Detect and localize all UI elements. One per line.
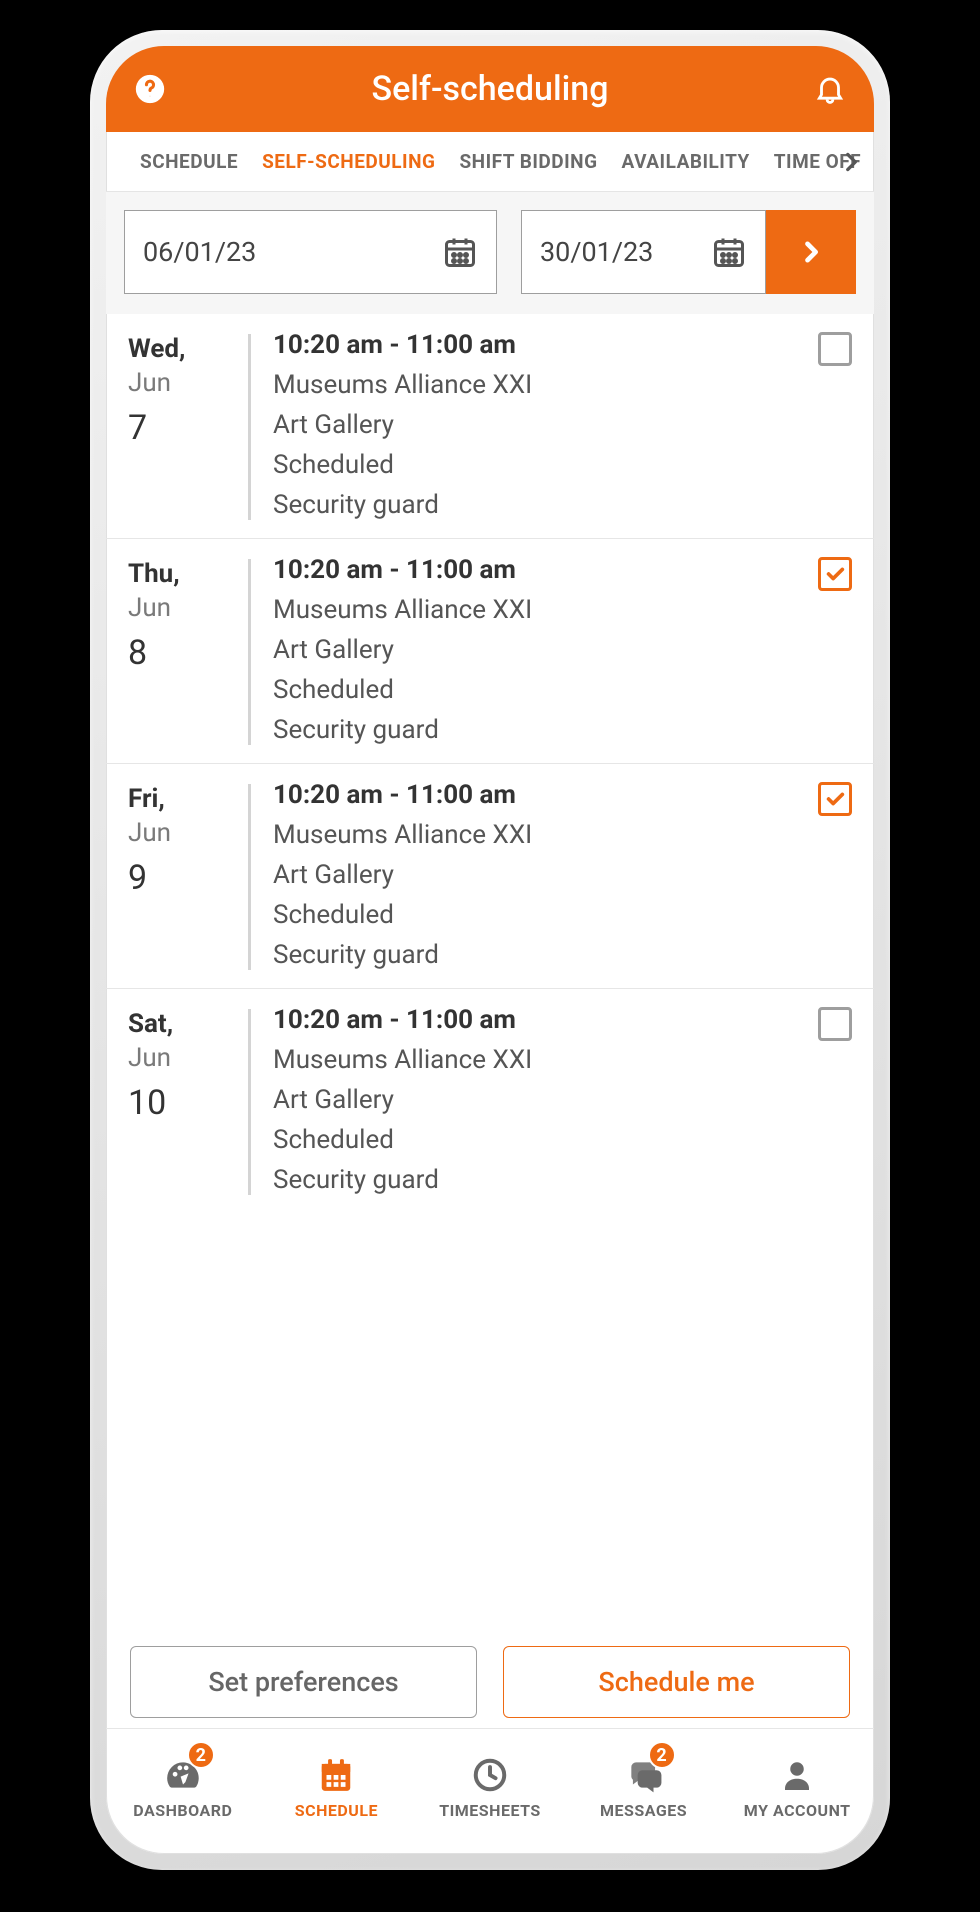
shift-location: Art Gallery	[273, 860, 852, 890]
nav-label: DASHBOARD	[133, 1801, 232, 1820]
shift-status: Scheduled	[273, 1125, 852, 1155]
shift-details: 10:20 am - 11:00 am Museums Alliance XXI…	[273, 780, 852, 970]
nav-label: MESSAGES	[600, 1801, 687, 1820]
nav-timesheets[interactable]: TIMESHEETS	[413, 1729, 567, 1846]
shift-location: Art Gallery	[273, 410, 852, 440]
action-row: Set preferences Schedule me	[106, 1630, 874, 1728]
shift-status: Scheduled	[273, 900, 852, 930]
shift-daynum: 9	[128, 858, 248, 898]
shift-org: Museums Alliance XXI	[273, 595, 852, 625]
shift-time: 10:20 am - 11:00 am	[273, 780, 852, 810]
shift-row[interactable]: Sat, Jun 10 10:20 am - 11:00 am Museums …	[106, 988, 874, 1213]
nav-dashboard[interactable]: DASHBOARD 2	[106, 1729, 260, 1846]
shift-location: Art Gallery	[273, 1085, 852, 1115]
shift-row[interactable]: Thu, Jun 8 10:20 am - 11:00 am Museums A…	[106, 538, 874, 763]
bell-icon[interactable]	[810, 69, 850, 109]
app-header: Self-scheduling	[106, 46, 874, 132]
shift-checkbox[interactable]	[818, 557, 852, 591]
shift-status: Scheduled	[273, 450, 852, 480]
shift-daynum: 8	[128, 633, 248, 673]
shift-org: Museums Alliance XXI	[273, 820, 852, 850]
tab-shift-bidding[interactable]: SHIFT BIDDING	[447, 150, 609, 173]
shift-dow: Wed,	[128, 334, 248, 364]
date-range-row: 06/01/23 30/01/23	[106, 192, 874, 314]
shift-date: Wed, Jun 7	[128, 330, 248, 520]
nav-label: SCHEDULE	[295, 1801, 378, 1820]
shift-role: Security guard	[273, 715, 852, 745]
nav-messages[interactable]: MESSAGES 2	[567, 1729, 721, 1846]
shift-details: 10:20 am - 11:00 am Museums Alliance XXI…	[273, 555, 852, 745]
tab-schedule[interactable]: SCHEDULE	[128, 150, 250, 173]
page-title: Self-scheduling	[170, 69, 810, 109]
nav-badge: 2	[648, 1741, 676, 1769]
tab-self-scheduling[interactable]: SELF-SCHEDULING	[250, 150, 447, 173]
shift-list[interactable]: Wed, Jun 7 10:20 am - 11:00 am Museums A…	[106, 314, 874, 1630]
nav-badge: 2	[187, 1741, 215, 1769]
shift-dow: Sat,	[128, 1009, 248, 1039]
bottom-nav: DASHBOARD 2 SCHEDULE TIMESHEETS MESSAGES…	[106, 1728, 874, 1854]
shift-checkbox[interactable]	[818, 1007, 852, 1041]
calendar-icon	[711, 234, 747, 270]
divider	[248, 559, 251, 745]
shift-row[interactable]: Wed, Jun 7 10:20 am - 11:00 am Museums A…	[106, 314, 874, 538]
help-icon[interactable]	[130, 69, 170, 109]
divider	[248, 784, 251, 970]
app-viewport: Self-scheduling SCHEDULE SELF-SCHEDULING…	[106, 46, 874, 1854]
shift-details: 10:20 am - 11:00 am Museums Alliance XXI…	[273, 330, 852, 520]
tab-row: SCHEDULE SELF-SCHEDULING SHIFT BIDDING A…	[106, 132, 874, 192]
shift-month: Jun	[128, 818, 248, 848]
set-preferences-button[interactable]: Set preferences	[130, 1646, 477, 1718]
shift-date: Fri, Jun 9	[128, 780, 248, 970]
shift-date: Sat, Jun 10	[128, 1005, 248, 1195]
nav-schedule[interactable]: SCHEDULE	[260, 1729, 414, 1846]
shift-date: Thu, Jun 8	[128, 555, 248, 745]
shift-role: Security guard	[273, 940, 852, 970]
date-from-value: 06/01/23	[143, 236, 442, 268]
schedule-me-button[interactable]: Schedule me	[503, 1646, 850, 1718]
shift-time: 10:20 am - 11:00 am	[273, 1005, 852, 1035]
shift-role: Security guard	[273, 490, 852, 520]
nav-my-account[interactable]: MY ACCOUNT	[720, 1729, 874, 1846]
date-to-input[interactable]: 30/01/23	[521, 210, 766, 294]
nav-label: MY ACCOUNT	[744, 1801, 851, 1820]
date-from-input[interactable]: 06/01/23	[124, 210, 497, 294]
shift-dow: Thu,	[128, 559, 248, 589]
nav-label: TIMESHEETS	[439, 1801, 541, 1820]
shift-daynum: 10	[128, 1083, 248, 1123]
shift-month: Jun	[128, 1043, 248, 1073]
phone-frame: Self-scheduling SCHEDULE SELF-SCHEDULING…	[90, 30, 890, 1870]
clock-icon	[470, 1755, 510, 1795]
shift-checkbox[interactable]	[818, 782, 852, 816]
shift-month: Jun	[128, 368, 248, 398]
shift-time: 10:20 am - 11:00 am	[273, 330, 852, 360]
tab-availability[interactable]: AVAILABILITY	[610, 150, 762, 173]
shift-checkbox[interactable]	[818, 332, 852, 366]
divider	[248, 334, 251, 520]
shift-time: 10:20 am - 11:00 am	[273, 555, 852, 585]
shift-org: Museums Alliance XXI	[273, 1045, 852, 1075]
divider	[248, 1009, 251, 1195]
shift-month: Jun	[128, 593, 248, 623]
shift-daynum: 7	[128, 408, 248, 448]
shift-org: Museums Alliance XXI	[273, 370, 852, 400]
chevron-right-icon[interactable]	[834, 145, 868, 179]
shift-location: Art Gallery	[273, 635, 852, 665]
date-to-value: 30/01/23	[540, 236, 711, 268]
shift-dow: Fri,	[128, 784, 248, 814]
calendar-icon	[442, 234, 478, 270]
calendar-icon	[316, 1755, 356, 1795]
shift-details: 10:20 am - 11:00 am Museums Alliance XXI…	[273, 1005, 852, 1195]
shift-status: Scheduled	[273, 675, 852, 705]
apply-date-range-button[interactable]	[766, 210, 856, 294]
user-icon	[777, 1755, 817, 1795]
shift-role: Security guard	[273, 1165, 852, 1195]
shift-row[interactable]: Fri, Jun 9 10:20 am - 11:00 am Museums A…	[106, 763, 874, 988]
